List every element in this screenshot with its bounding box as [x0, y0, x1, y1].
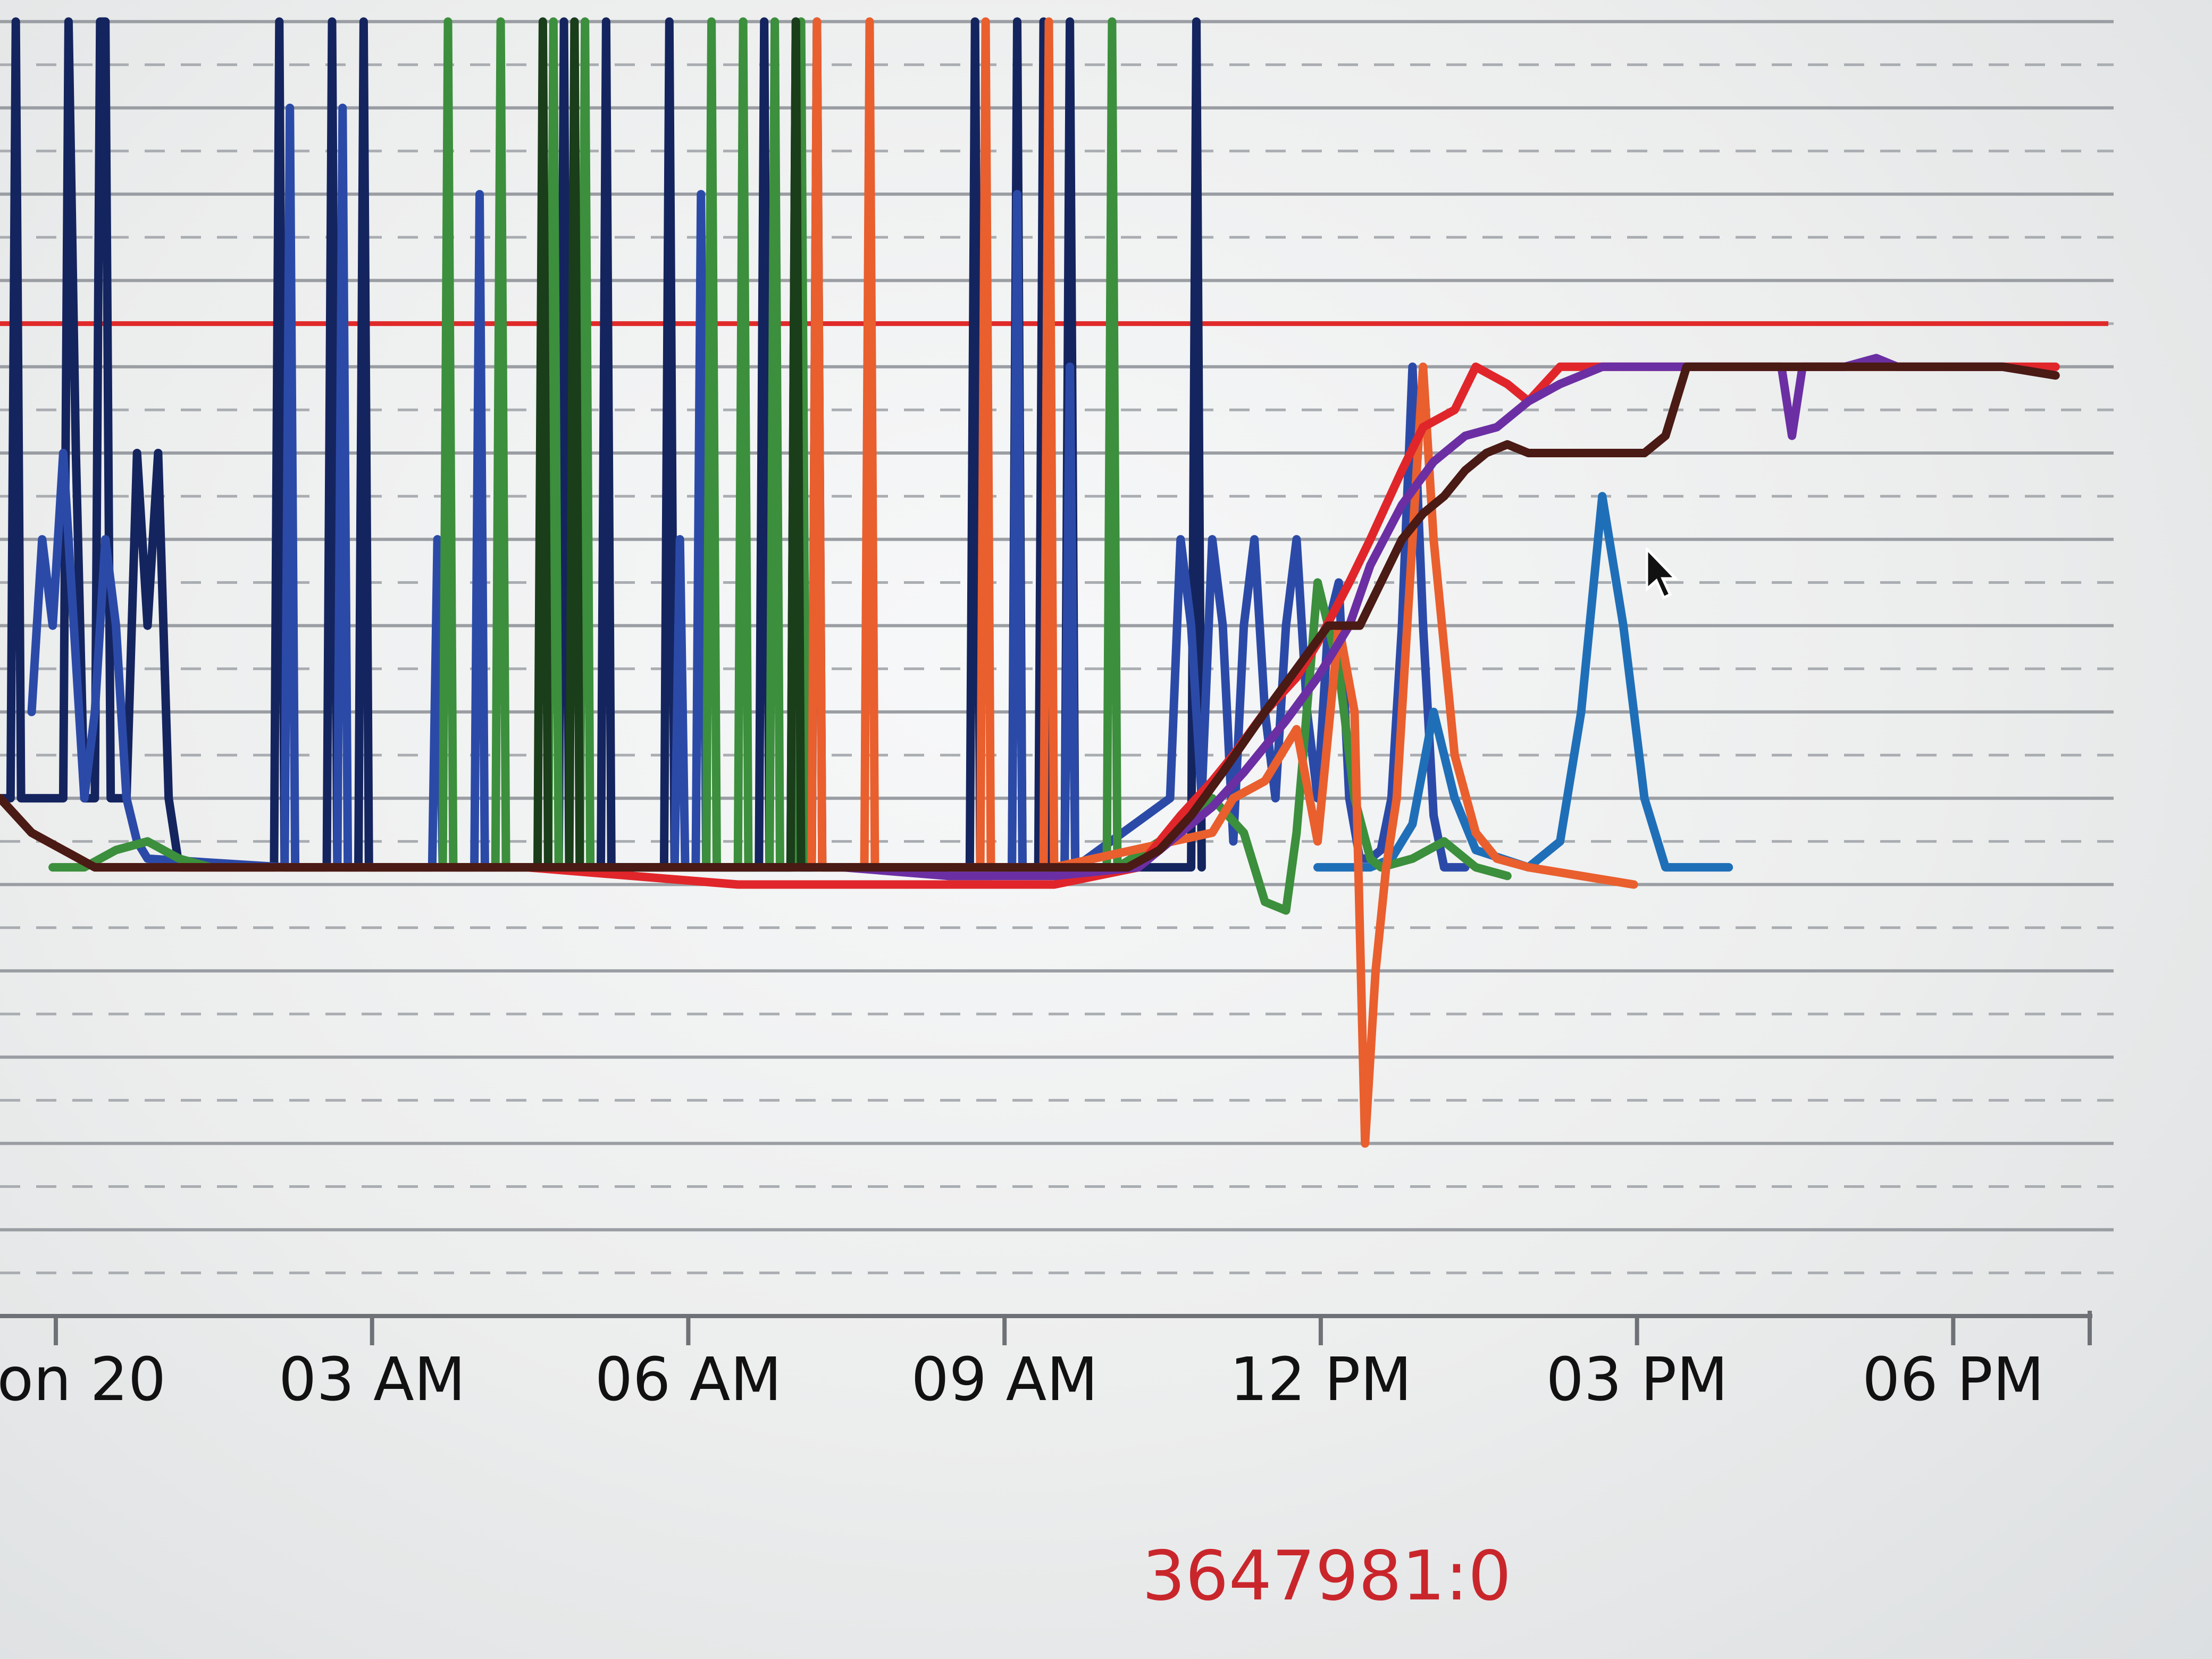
series-line-5 — [807, 17, 1638, 1148]
x-axis — [0, 1311, 2092, 1345]
footer-value: 3647981:0 — [1142, 1537, 1512, 1616]
x-tick-label: 03 PM — [1546, 1345, 1728, 1414]
x-tick-label: 12 PM — [1229, 1345, 1412, 1414]
x-tick-label: 03 AM — [279, 1345, 466, 1414]
x-tick-label: 06 AM — [594, 1345, 782, 1414]
x-tick-label: 09 AM — [911, 1345, 1098, 1414]
chart-screen: Mon 20 03 AM 06 AM 09 AM 12 PM 03 PM 06 PM 364… — [0, 0, 2212, 1659]
x-tick-label: Mon 20 — [0, 1345, 166, 1414]
mouse-cursor-icon — [1646, 548, 1679, 600]
x-tick-label: 06 PM — [1862, 1345, 2045, 1414]
series-line-8 — [0, 362, 2060, 872]
